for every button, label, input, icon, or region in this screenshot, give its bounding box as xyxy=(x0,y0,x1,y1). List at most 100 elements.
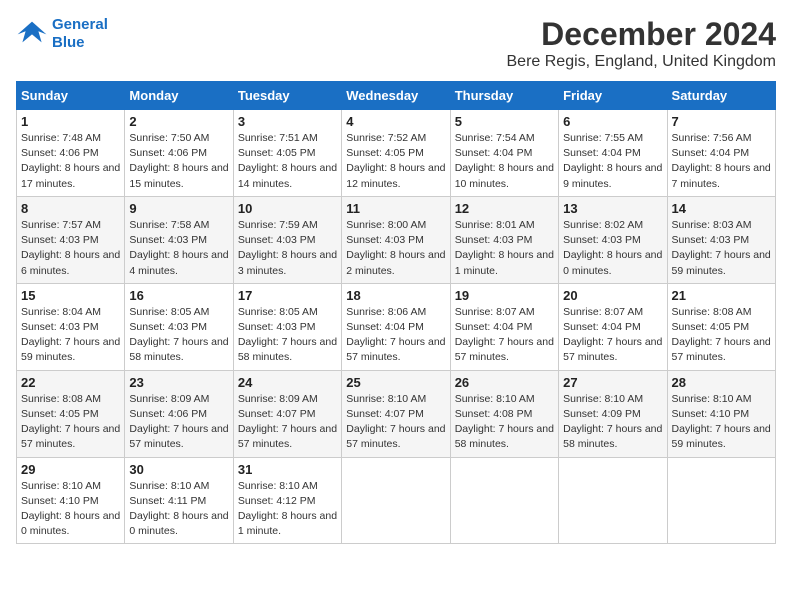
day-info: Sunrise: 8:10 AMSunset: 4:08 PMDaylight:… xyxy=(455,392,554,453)
day-number: 7 xyxy=(672,114,771,129)
day-number: 12 xyxy=(455,201,554,216)
day-number: 10 xyxy=(238,201,337,216)
day-number: 21 xyxy=(672,288,771,303)
day-of-week-header: Wednesday xyxy=(342,82,450,110)
calendar-day-cell xyxy=(450,457,558,544)
day-info: Sunrise: 7:50 AMSunset: 4:06 PMDaylight:… xyxy=(129,131,228,192)
calendar-day-cell: 29Sunrise: 8:10 AMSunset: 4:10 PMDayligh… xyxy=(17,457,125,544)
calendar-day-cell: 25 Sunrise: 8:10 AMSunset: 4:07 PMDayligh… xyxy=(342,370,450,457)
day-info: Sunrise: 8:03 AMSunset: 4:03 PMDaylight:… xyxy=(672,218,771,279)
calendar-day-cell: 31Sunrise: 8:10 AMSunset: 4:12 PMDayligh… xyxy=(233,457,341,544)
day-number: 20 xyxy=(563,288,662,303)
day-of-week-header: Sunday xyxy=(17,82,125,110)
day-info: Sunrise: 7:48 AMSunset: 4:06 PMDaylight:… xyxy=(21,131,120,192)
day-number: 26 xyxy=(455,375,554,390)
day-info: Sunrise: 7:54 AMSunset: 4:04 PMDaylight:… xyxy=(455,131,554,192)
logo-text: General Blue xyxy=(52,16,108,52)
calendar-week-row: 1 Sunrise: 7:48 AMSunset: 4:06 PMDaylight… xyxy=(17,110,776,197)
day-info: Sunrise: 8:07 AMSunset: 4:04 PMDaylight:… xyxy=(455,305,554,366)
day-info: Sunrise: 8:10 AMSunset: 4:09 PMDaylight:… xyxy=(563,392,662,453)
calendar-day-cell xyxy=(342,457,450,544)
day-number: 5 xyxy=(455,114,554,129)
calendar-day-cell: 9Sunrise: 7:58 AMSunset: 4:03 PMDaylight… xyxy=(125,196,233,283)
day-number: 9 xyxy=(129,201,228,216)
header: General Blue December 2024 Bere Regis, E… xyxy=(16,16,776,71)
calendar-day-cell: 3 Sunrise: 7:51 AMSunset: 4:05 PMDaylight… xyxy=(233,110,341,197)
day-info: Sunrise: 8:10 AMSunset: 4:10 PMDaylight:… xyxy=(21,479,120,540)
day-number: 16 xyxy=(129,288,228,303)
day-info: Sunrise: 8:08 AMSunset: 4:05 PMDaylight:… xyxy=(21,392,120,453)
day-info: Sunrise: 8:05 AMSunset: 4:03 PMDaylight:… xyxy=(238,305,337,366)
day-of-week-header: Thursday xyxy=(450,82,558,110)
calendar-day-cell: 24Sunrise: 8:09 AMSunset: 4:07 PMDayligh… xyxy=(233,370,341,457)
calendar-day-cell: 21 Sunrise: 8:08 AMSunset: 4:05 PMDayligh… xyxy=(667,283,775,370)
day-of-week-header: Saturday xyxy=(667,82,775,110)
calendar-day-cell: 1 Sunrise: 7:48 AMSunset: 4:06 PMDaylight… xyxy=(17,110,125,197)
calendar-body: 1 Sunrise: 7:48 AMSunset: 4:06 PMDaylight… xyxy=(17,110,776,544)
day-info: Sunrise: 8:10 AMSunset: 4:07 PMDaylight:… xyxy=(346,392,445,453)
calendar-week-row: 15 Sunrise: 8:04 AMSunset: 4:03 PMDayligh… xyxy=(17,283,776,370)
logo-line2: Blue xyxy=(52,34,85,51)
day-number: 3 xyxy=(238,114,337,129)
calendar-day-cell: 22 Sunrise: 8:08 AMSunset: 4:05 PMDayligh… xyxy=(17,370,125,457)
day-number: 11 xyxy=(346,201,445,216)
day-info: Sunrise: 7:52 AMSunset: 4:05 PMDaylight:… xyxy=(346,131,445,192)
day-info: Sunrise: 7:55 AMSunset: 4:04 PMDaylight:… xyxy=(563,131,662,192)
day-number: 15 xyxy=(21,288,120,303)
day-of-week-header: Friday xyxy=(559,82,667,110)
day-number: 17 xyxy=(238,288,337,303)
day-number: 1 xyxy=(21,114,120,129)
logo: General Blue xyxy=(16,16,108,52)
day-number: 8 xyxy=(21,201,120,216)
day-of-week-header: Tuesday xyxy=(233,82,341,110)
logo-icon xyxy=(16,20,48,48)
day-info: Sunrise: 8:09 AMSunset: 4:06 PMDaylight:… xyxy=(129,392,228,453)
day-number: 22 xyxy=(21,375,120,390)
calendar-week-row: 22 Sunrise: 8:08 AMSunset: 4:05 PMDayligh… xyxy=(17,370,776,457)
calendar-day-cell: 5 Sunrise: 7:54 AMSunset: 4:04 PMDaylight… xyxy=(450,110,558,197)
day-info: Sunrise: 7:56 AMSunset: 4:04 PMDaylight:… xyxy=(672,131,771,192)
day-number: 28 xyxy=(672,375,771,390)
calendar-day-cell: 20Sunrise: 8:07 AMSunset: 4:04 PMDayligh… xyxy=(559,283,667,370)
day-number: 25 xyxy=(346,375,445,390)
day-info: Sunrise: 8:04 AMSunset: 4:03 PMDaylight:… xyxy=(21,305,120,366)
calendar-day-cell: 17 Sunrise: 8:05 AMSunset: 4:03 PMDayligh… xyxy=(233,283,341,370)
day-number: 19 xyxy=(455,288,554,303)
day-info: Sunrise: 7:51 AMSunset: 4:05 PMDaylight:… xyxy=(238,131,337,192)
calendar-day-cell: 26 Sunrise: 8:10 AMSunset: 4:08 PMDayligh… xyxy=(450,370,558,457)
calendar-day-cell: 28 Sunrise: 8:10 AMSunset: 4:10 PMDayligh… xyxy=(667,370,775,457)
day-info: Sunrise: 8:00 AMSunset: 4:03 PMDaylight:… xyxy=(346,218,445,279)
calendar-day-cell: 4Sunrise: 7:52 AMSunset: 4:05 PMDaylight… xyxy=(342,110,450,197)
day-number: 31 xyxy=(238,462,337,477)
day-number: 30 xyxy=(129,462,228,477)
calendar-day-cell: 14 Sunrise: 8:03 AMSunset: 4:03 PMDayligh… xyxy=(667,196,775,283)
day-info: Sunrise: 8:06 AMSunset: 4:04 PMDaylight:… xyxy=(346,305,445,366)
title-area: December 2024 Bere Regis, England, Unite… xyxy=(507,16,777,71)
day-number: 14 xyxy=(672,201,771,216)
calendar-day-cell: 18Sunrise: 8:06 AMSunset: 4:04 PMDayligh… xyxy=(342,283,450,370)
calendar: SundayMondayTuesdayWednesdayThursdayFrid… xyxy=(16,81,776,544)
day-number: 24 xyxy=(238,375,337,390)
day-number: 23 xyxy=(129,375,228,390)
calendar-day-cell: 23 Sunrise: 8:09 AMSunset: 4:06 PMDayligh… xyxy=(125,370,233,457)
calendar-day-cell: 8 Sunrise: 7:57 AMSunset: 4:03 PMDaylight… xyxy=(17,196,125,283)
day-info: Sunrise: 8:05 AMSunset: 4:03 PMDaylight:… xyxy=(129,305,228,366)
calendar-day-cell: 2Sunrise: 7:50 AMSunset: 4:06 PMDaylight… xyxy=(125,110,233,197)
calendar-day-cell: 27Sunrise: 8:10 AMSunset: 4:09 PMDayligh… xyxy=(559,370,667,457)
month-title: December 2024 xyxy=(507,16,777,53)
calendar-day-cell: 19 Sunrise: 8:07 AMSunset: 4:04 PMDayligh… xyxy=(450,283,558,370)
calendar-day-cell: 16 Sunrise: 8:05 AMSunset: 4:03 PMDayligh… xyxy=(125,283,233,370)
calendar-day-cell: 15 Sunrise: 8:04 AMSunset: 4:03 PMDayligh… xyxy=(17,283,125,370)
day-info: Sunrise: 8:01 AMSunset: 4:03 PMDaylight:… xyxy=(455,218,554,279)
logo-line1: General xyxy=(52,16,108,33)
day-info: Sunrise: 7:59 AMSunset: 4:03 PMDaylight:… xyxy=(238,218,337,279)
calendar-day-cell: 10 Sunrise: 7:59 AMSunset: 4:03 PMDayligh… xyxy=(233,196,341,283)
calendar-day-cell: 7 Sunrise: 7:56 AMSunset: 4:04 PMDaylight… xyxy=(667,110,775,197)
day-info: Sunrise: 8:10 AMSunset: 4:10 PMDaylight:… xyxy=(672,392,771,453)
calendar-day-cell: 30 Sunrise: 8:10 AMSunset: 4:11 PMDayligh… xyxy=(125,457,233,544)
day-info: Sunrise: 8:02 AMSunset: 4:03 PMDaylight:… xyxy=(563,218,662,279)
day-info: Sunrise: 7:57 AMSunset: 4:03 PMDaylight:… xyxy=(21,218,120,279)
day-info: Sunrise: 8:10 AMSunset: 4:11 PMDaylight:… xyxy=(129,479,228,540)
day-info: Sunrise: 8:08 AMSunset: 4:05 PMDaylight:… xyxy=(672,305,771,366)
calendar-header-row: SundayMondayTuesdayWednesdayThursdayFrid… xyxy=(17,82,776,110)
